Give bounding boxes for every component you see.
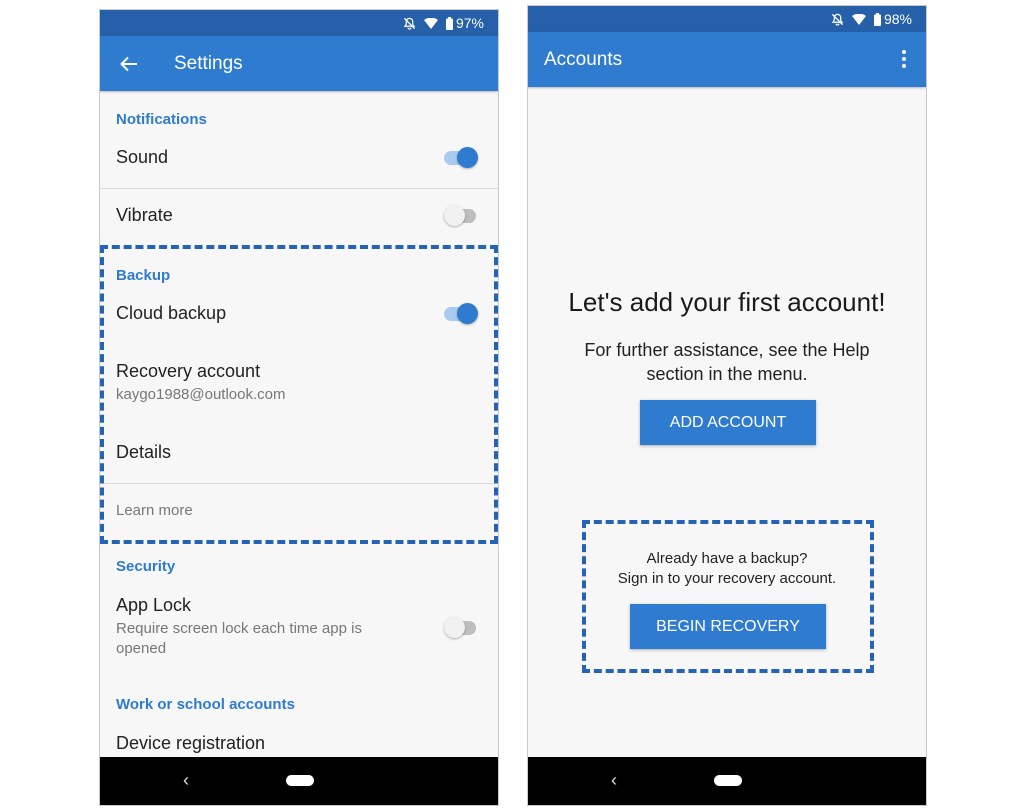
battery-icon (445, 16, 453, 30)
battery-percent: 97% (455, 15, 484, 31)
wifi-icon (851, 13, 866, 25)
arrow-left-icon[interactable] (120, 56, 140, 72)
setting-label: Recovery account (116, 361, 261, 381)
setting-label: Device registration (116, 733, 266, 753)
nav-home-icon[interactable] (714, 775, 742, 786)
divider (100, 483, 498, 484)
bell-off-icon (403, 17, 416, 30)
setting-label: Details (116, 442, 172, 462)
recovery-account-email: kaygo1988@outlook.com (116, 386, 286, 403)
setting-sound[interactable]: Sound (100, 147, 498, 187)
setting-label: Vibrate (116, 205, 173, 225)
welcome-subtitle: For further assistance, see the Help sec… (584, 340, 870, 384)
learn-more-link[interactable]: Learn more (100, 501, 498, 525)
add-account-button[interactable]: ADD ACCOUNT (640, 400, 816, 445)
settings-screen: 97% Settings Notifications Sound Vibrate… (99, 9, 499, 806)
accounts-content: Let's add your first account! For furthe… (528, 87, 926, 757)
app-bar: Settings (100, 36, 498, 91)
status-bar: 97% (100, 10, 498, 36)
setting-app-lock[interactable]: App Lock Require screen lock each time a… (100, 595, 498, 657)
setting-details[interactable]: Details (100, 442, 498, 472)
divider (100, 188, 498, 189)
battery-icon (873, 12, 881, 26)
section-header-notifications: Notifications (116, 111, 207, 128)
setting-cloud-backup[interactable]: Cloud backup (100, 303, 498, 343)
recovery-prompt-line2: Sign in to your recovery account. (617, 570, 837, 587)
setting-label: App Lock (116, 595, 192, 615)
section-header-work-school: Work or school accounts (116, 696, 295, 713)
setting-device-registration[interactable]: Device registration (100, 733, 498, 757)
page-title: Accounts (544, 48, 623, 70)
setting-vibrate[interactable]: Vibrate (100, 205, 498, 245)
more-vertical-icon[interactable] (902, 50, 906, 68)
setting-description: Require screen lock each time app is ope… (116, 620, 362, 657)
cloud-backup-toggle[interactable] (444, 303, 478, 324)
battery-percent: 98% (883, 11, 912, 27)
settings-list: Notifications Sound Vibrate Backup Cloud… (100, 91, 498, 757)
accounts-screen: 98% Accounts Let's add your first accoun… (527, 5, 927, 806)
system-nav-bar: ‹ (100, 757, 498, 805)
wifi-icon (423, 17, 438, 29)
app-lock-toggle[interactable] (444, 617, 478, 638)
setting-label: Cloud backup (116, 303, 227, 323)
system-nav-bar: ‹ (528, 757, 926, 805)
recovery-highlight-box (582, 520, 874, 673)
nav-back-icon[interactable]: ‹ (611, 770, 617, 791)
nav-home-icon[interactable] (286, 775, 314, 786)
app-bar: Accounts (528, 32, 926, 87)
sound-toggle[interactable] (444, 147, 478, 168)
setting-recovery-account[interactable]: Recovery account kaygo1988@outlook.com (100, 361, 498, 411)
begin-recovery-button[interactable]: BEGIN RECOVERY (630, 604, 826, 649)
nav-back-icon[interactable]: ‹ (183, 770, 189, 791)
section-header-security: Security (116, 558, 176, 575)
recovery-prompt-line1: Already have a backup? (646, 550, 808, 567)
welcome-title: Let's add your first account! (568, 287, 886, 317)
page-title: Settings (174, 52, 243, 74)
section-header-backup: Backup (116, 267, 171, 284)
learn-more-label: Learn more (116, 502, 193, 519)
bell-off-icon (831, 13, 844, 26)
setting-label: Sound (116, 147, 169, 167)
status-bar: 98% (528, 6, 926, 32)
vibrate-toggle[interactable] (444, 205, 478, 226)
